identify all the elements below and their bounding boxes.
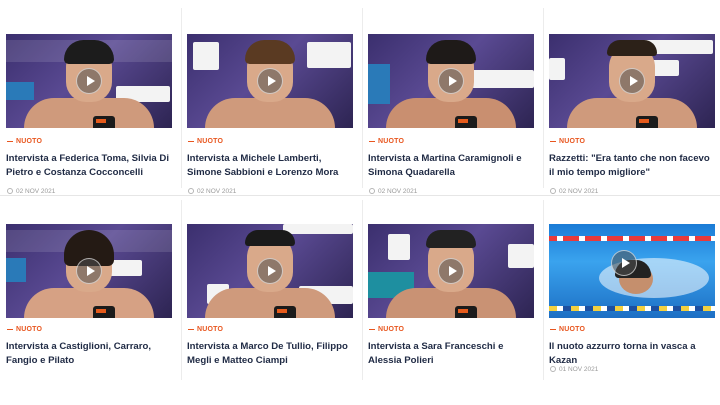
category-tag[interactable]: NUOTO [7, 326, 42, 333]
category-tag[interactable]: NUOTO [188, 326, 223, 333]
play-icon[interactable] [76, 68, 102, 94]
athlete-shoulders [205, 288, 335, 318]
category-tag[interactable]: NUOTO [369, 138, 404, 145]
category-tag[interactable]: NUOTO [188, 138, 223, 145]
sponsor-logo [6, 258, 26, 282]
card-title[interactable]: Intervista a Sara Franceschi e Alessia P… [368, 340, 532, 368]
card-separator [362, 200, 363, 380]
athlete-hair [426, 40, 476, 64]
sponsor-logo [388, 234, 410, 260]
sponsor-logo [549, 58, 565, 80]
card-date: 01 NOV 2021 [550, 366, 598, 373]
card-separator [543, 8, 544, 188]
lane-rope [549, 306, 715, 311]
sponsor-logo [472, 70, 534, 88]
news-card[interactable]: NUOTO Intervista a Michele Lamberti, Sim… [185, 2, 355, 195]
play-icon[interactable] [619, 68, 645, 94]
sponsor-logo [283, 224, 353, 234]
video-thumbnail[interactable] [368, 34, 534, 128]
news-card[interactable]: NUOTO Intervista a Martina Caramignoli e… [366, 2, 536, 195]
date-text: 01 NOV 2021 [559, 366, 599, 373]
video-thumbnail[interactable] [6, 34, 172, 128]
video-thumbnail[interactable] [6, 224, 172, 318]
microphone [455, 116, 477, 128]
video-thumbnail[interactable] [187, 34, 353, 128]
athlete-shoulders [205, 98, 335, 128]
card-separator [362, 8, 363, 188]
card-title[interactable]: Intervista a Federica Toma, Silvia Di Pi… [6, 152, 170, 180]
video-thumbnail[interactable] [368, 224, 534, 318]
athlete-shoulders [24, 98, 154, 128]
category-tag[interactable]: NUOTO [369, 326, 404, 333]
play-icon[interactable] [438, 258, 464, 284]
calendar-icon [550, 366, 556, 372]
category-tag[interactable]: NUOTO [7, 138, 42, 145]
athlete-hair [607, 40, 657, 56]
athlete-shoulders [567, 98, 697, 128]
card-separator [181, 8, 182, 188]
video-thumbnail[interactable] [187, 224, 353, 318]
play-icon[interactable] [76, 258, 102, 284]
play-icon[interactable] [610, 250, 637, 277]
news-card[interactable]: NUOTO Intervista a Federica Toma, Silvia… [4, 2, 174, 195]
news-card[interactable]: NUOTO Intervista a Marco De Tullio, Fili… [185, 194, 355, 387]
category-tag[interactable]: NUOTO [550, 138, 585, 145]
news-card[interactable]: NUOTO Il nuoto azzurro torna in vasca a … [547, 194, 717, 387]
play-icon[interactable] [257, 258, 283, 284]
video-thumbnail[interactable] [549, 34, 715, 128]
swim-cap [64, 40, 114, 64]
play-icon[interactable] [438, 68, 464, 94]
card-title[interactable]: Intervista a Marco De Tullio, Filippo Me… [187, 340, 351, 368]
microphone [93, 306, 115, 318]
news-card[interactable]: NUOTO Razzetti: "Era tanto che non facev… [547, 2, 717, 195]
microphone [274, 306, 296, 318]
athlete-shoulders [386, 98, 516, 128]
microphone [455, 306, 477, 318]
card-title[interactable]: Intervista a Castiglioni, Carraro, Fangi… [6, 340, 170, 368]
card-title[interactable]: Intervista a Michele Lamberti, Simone Sa… [187, 152, 351, 180]
card-separator [543, 200, 544, 380]
card-title[interactable]: Il nuoto azzurro torna in vasca a Kazan [549, 340, 713, 368]
news-card[interactable]: NUOTO Intervista a Sara Franceschi e Ale… [366, 194, 536, 387]
sponsor-logo [368, 64, 390, 104]
athlete-shoulders [24, 288, 154, 318]
microphone [636, 116, 658, 128]
athlete-hair [245, 40, 295, 64]
sponsor-logo [193, 42, 219, 70]
sponsor-logo [508, 244, 534, 268]
sponsor-logo [6, 82, 34, 100]
swim-cap [245, 230, 295, 246]
swim-cap [426, 230, 476, 248]
athlete-shoulders [386, 288, 516, 318]
video-thumbnail[interactable] [549, 224, 715, 318]
play-icon[interactable] [257, 68, 283, 94]
card-title[interactable]: Intervista a Martina Caramignoli e Simon… [368, 152, 532, 180]
sponsor-logo [307, 42, 351, 68]
card-separator [181, 200, 182, 380]
news-row-1: NUOTO Intervista a Federica Toma, Silvia… [0, 2, 720, 195]
category-tag[interactable]: NUOTO [550, 326, 585, 333]
news-card[interactable]: NUOTO Intervista a Castiglioni, Carraro,… [4, 194, 174, 387]
microphone [93, 116, 115, 128]
news-row-2: NUOTO Intervista a Castiglioni, Carraro,… [0, 194, 720, 387]
lane-rope [549, 236, 715, 241]
card-title[interactable]: Razzetti: "Era tanto che non facevo il m… [549, 152, 713, 180]
